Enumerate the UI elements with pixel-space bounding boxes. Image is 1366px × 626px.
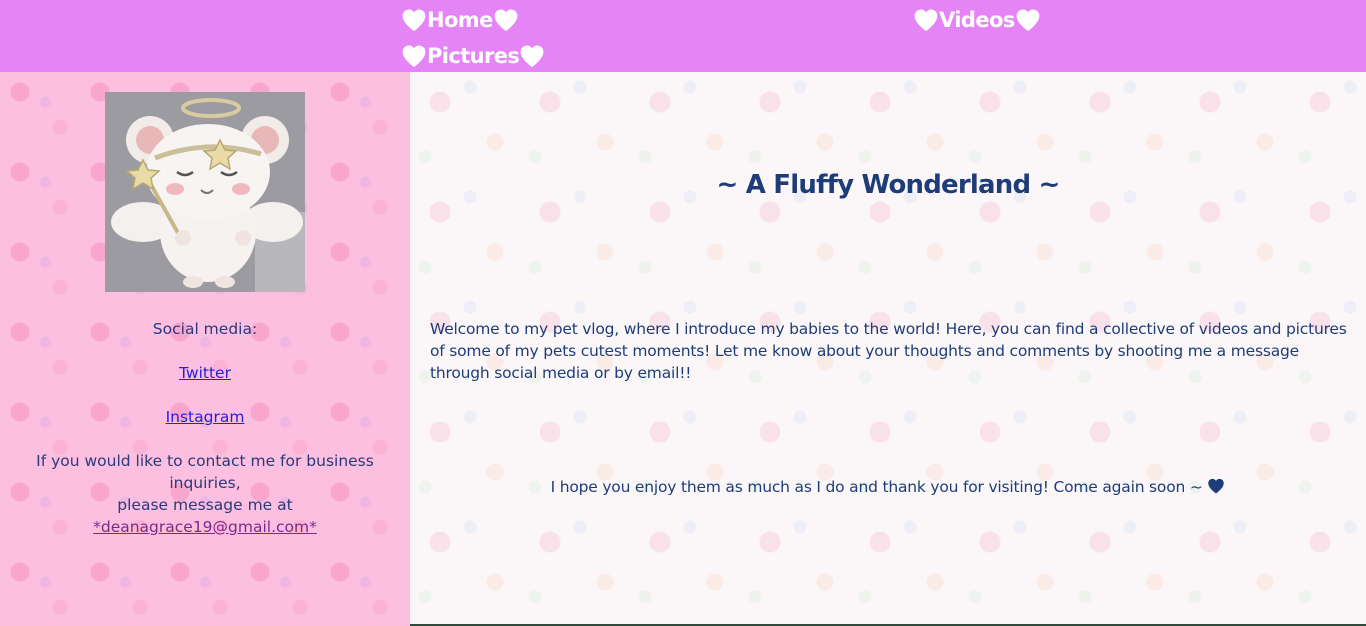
sidebar: Social media: Twitter Instagram If you w… — [0, 72, 410, 626]
contact-line-2: please message me at — [117, 496, 293, 514]
twitter-link[interactable]: Twitter — [179, 364, 231, 382]
intro-paragraph: Welcome to my pet vlog, where I introduc… — [430, 320, 1347, 382]
email-link[interactable]: *deanagrace19@gmail.com* — [93, 518, 317, 536]
hamster-angel-image — [105, 92, 305, 292]
nav-link-pictures[interactable]: Pictures — [401, 40, 545, 72]
heart-icon — [402, 9, 426, 31]
instagram-link[interactable]: Instagram — [166, 408, 245, 426]
closing-paragraph: I hope you enjoy them as much as I do an… — [410, 476, 1366, 498]
contact-text: If you would like to contact me for busi… — [35, 450, 375, 538]
heart-icon — [520, 45, 544, 67]
avatar — [105, 92, 305, 292]
social-media-heading: Social media: — [152, 320, 258, 338]
nav-link-videos[interactable]: Videos — [913, 4, 1041, 36]
nav-pictures-label: Pictures — [427, 44, 520, 68]
heart-icon — [1208, 478, 1225, 494]
contact-line-1: If you would like to contact me for busi… — [36, 452, 374, 492]
nav-home-label: Home — [427, 8, 493, 32]
instagram-row: Instagram — [0, 406, 410, 428]
heart-icon — [914, 9, 938, 31]
nav-link-home[interactable]: Home — [401, 4, 519, 36]
heart-icon — [494, 9, 518, 31]
closing-text: I hope you enjoy them as much as I do an… — [550, 478, 1203, 496]
top-nav: Home Videos Pictures — [0, 0, 1366, 72]
twitter-row: Twitter — [0, 362, 410, 384]
main-content: ~ A Fluffy Wonderland ~ Welcome to my pe… — [410, 72, 1366, 624]
heart-icon — [402, 45, 426, 67]
nav-videos-label: Videos — [939, 8, 1015, 32]
page-title: ~ A Fluffy Wonderland ~ — [716, 170, 1060, 200]
heart-icon — [1016, 9, 1040, 31]
